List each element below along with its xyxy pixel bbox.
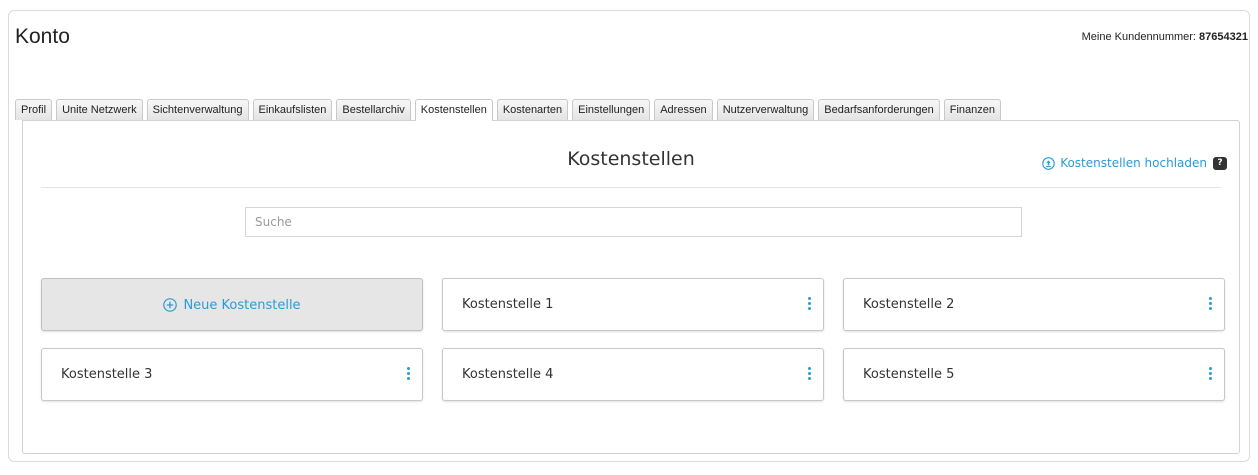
cost-center-label: Kostenstelle 2 xyxy=(863,297,955,312)
vertical-dots-icon[interactable] xyxy=(806,297,812,313)
cost-center-label: Kostenstelle 1 xyxy=(462,297,554,312)
cost-center-label: Kostenstelle 5 xyxy=(863,367,955,382)
page-title: Konto xyxy=(15,25,70,48)
upload-cost-centers-label: Kostenstellen hochladen xyxy=(1060,156,1207,170)
cost-center-label: Kostenstelle 4 xyxy=(462,367,554,382)
cost-center-card-4[interactable]: Kostenstelle 4 xyxy=(442,348,824,401)
tab-unite-netzwerk[interactable]: Unite Netzwerk xyxy=(56,99,143,120)
cost-center-card-5[interactable]: Kostenstelle 5 xyxy=(843,348,1225,401)
tab-profil[interactable]: Profil xyxy=(15,99,53,120)
tab-kostenarten[interactable]: Kostenarten xyxy=(496,99,569,120)
customer-number-value: 87654321 xyxy=(1199,31,1248,43)
cost-center-card-1[interactable]: Kostenstelle 1 xyxy=(442,278,824,331)
upload-circle-icon xyxy=(1042,156,1056,170)
panel-divider xyxy=(41,187,1221,188)
cost-center-label: Kostenstelle 3 xyxy=(61,367,153,382)
tab-einstellungen[interactable]: Einstellungen xyxy=(572,99,651,120)
tab-bestellarchiv[interactable]: Bestellarchiv xyxy=(336,99,411,120)
tab-nutzerverwaltung[interactable]: Nutzerverwaltung xyxy=(716,99,815,120)
new-cost-center-label: Neue Kostenstelle xyxy=(183,297,301,313)
tab-finanzen[interactable]: Finanzen xyxy=(943,99,1002,120)
vertical-dots-icon[interactable] xyxy=(1207,297,1213,313)
cost-centers-panel: Kostenstellen Kostenstellen hochladen ? … xyxy=(22,120,1240,454)
new-cost-center-button[interactable]: Neue Kostenstelle xyxy=(41,278,423,331)
customer-number-info: Meine Kundennummer: 87654321 xyxy=(1082,31,1248,43)
vertical-dots-icon[interactable] xyxy=(405,367,411,383)
tab-bedarfsanforderungen[interactable]: Bedarfsanforderungen xyxy=(818,99,940,120)
account-tabs: Profil Unite Netzwerk Sichtenverwaltung … xyxy=(15,99,1002,121)
upload-cost-centers-link[interactable]: Kostenstellen hochladen ? xyxy=(1042,156,1227,170)
vertical-dots-icon[interactable] xyxy=(1207,367,1213,383)
search-input[interactable] xyxy=(245,207,1022,237)
tab-sichtenverwaltung[interactable]: Sichtenverwaltung xyxy=(146,99,249,120)
tab-adressen[interactable]: Adressen xyxy=(654,99,713,120)
customer-number-label: Meine Kundennummer: xyxy=(1081,31,1196,43)
vertical-dots-icon[interactable] xyxy=(806,367,812,383)
plus-circle-icon xyxy=(163,298,178,312)
help-icon[interactable]: ? xyxy=(1213,156,1227,170)
tab-einkaufslisten[interactable]: Einkaufslisten xyxy=(252,99,333,120)
cost-center-card-3[interactable]: Kostenstelle 3 xyxy=(41,348,423,401)
tab-kostenstellen[interactable]: Kostenstellen xyxy=(414,99,493,121)
cost-center-card-2[interactable]: Kostenstelle 2 xyxy=(843,278,1225,331)
